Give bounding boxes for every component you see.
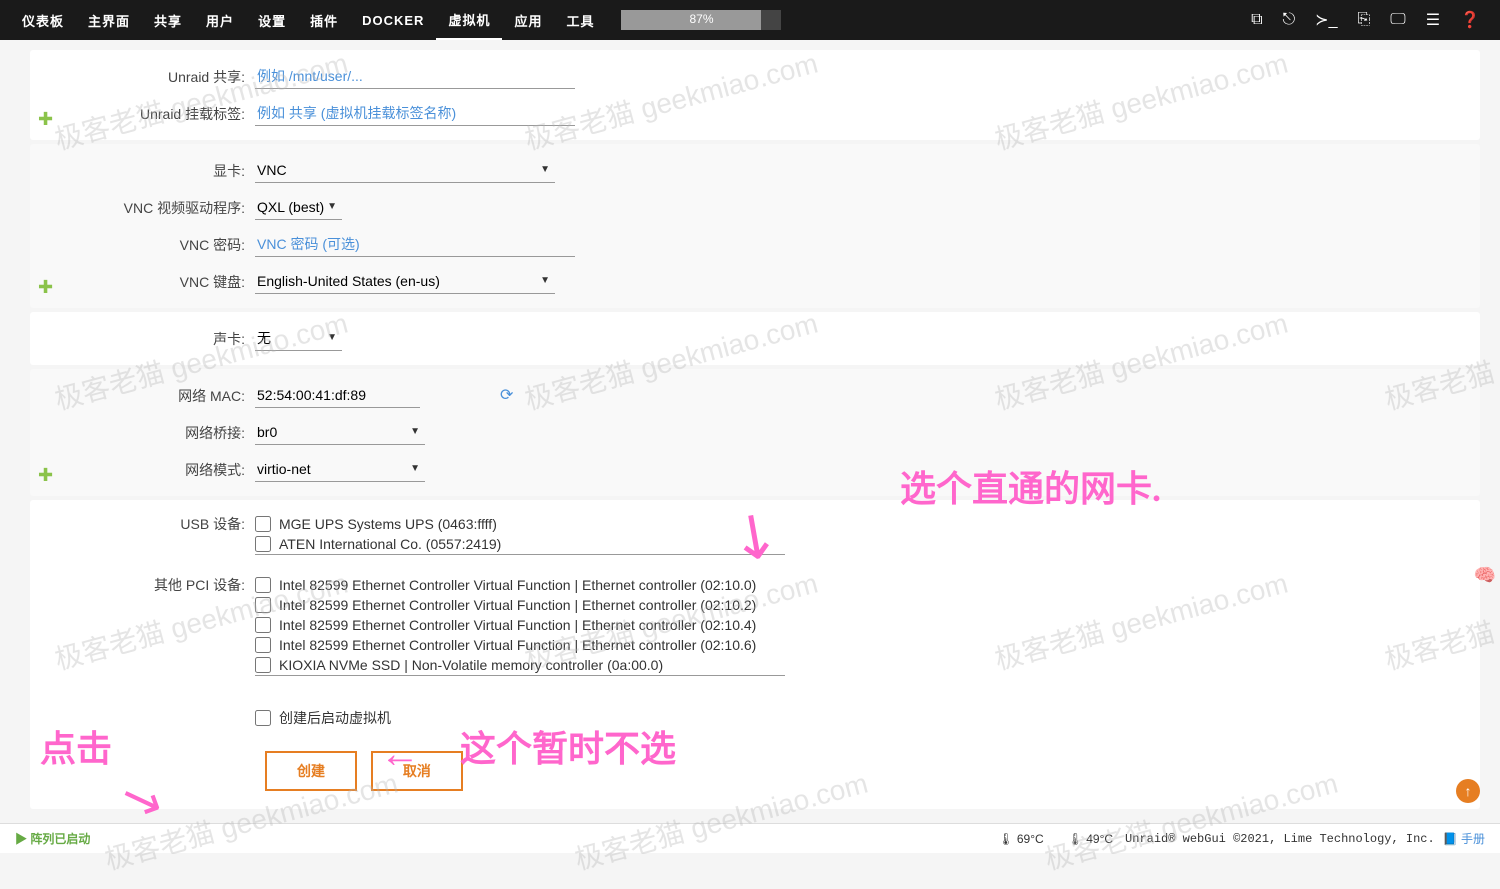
nav-vms[interactable]: 虚拟机: [436, 0, 502, 40]
graphics-section: 显卡: VNC▼ VNC 视频驱动程序: QXL (best)▼ VNC 密码:…: [30, 144, 1480, 308]
sound-label: 声卡:: [30, 329, 255, 349]
mac-input[interactable]: [255, 383, 420, 408]
add-share-icon[interactable]: ✚: [38, 109, 53, 130]
help-icon[interactable]: ❓: [1450, 10, 1490, 30]
pci-item[interactable]: Intel 82599 Ethernet Controller Virtual …: [255, 595, 785, 615]
nav-dashboard[interactable]: 仪表板: [10, 0, 76, 40]
gpu-label: 显卡:: [30, 161, 255, 181]
nav-main[interactable]: 主界面: [76, 0, 142, 40]
gpu-select[interactable]: VNC: [255, 158, 555, 183]
usb-item-label: ATEN International Co. (0557:2419): [279, 536, 501, 552]
start-after-checkbox[interactable]: [255, 710, 271, 726]
usb-item-label: MGE UPS Systems UPS (0463:ffff): [279, 516, 497, 532]
cpu-temp: 🌡 69°C: [998, 832, 1043, 846]
usb-checkbox-0[interactable]: [255, 516, 271, 532]
progress-text: 87%: [621, 12, 781, 26]
scroll-top-button[interactable]: ↑: [1456, 779, 1480, 803]
pci-checkbox-2[interactable]: [255, 617, 271, 633]
bridge-label: 网络桥接:: [30, 423, 255, 443]
pci-label: 其他 PCI 设备:: [30, 575, 255, 595]
vnc-driver-label: VNC 视频驱动程序:: [30, 198, 255, 218]
pci-item[interactable]: KIOXIA NVMe SSD | Non-Volatile memory co…: [255, 655, 785, 675]
devices-section: USB 设备: MGE UPS Systems UPS (0463:ffff) …: [30, 500, 1480, 809]
create-button[interactable]: 创建: [265, 751, 357, 791]
add-nic-icon[interactable]: ✚: [38, 465, 53, 486]
usb-item[interactable]: ATEN International Co. (0557:2419): [255, 534, 785, 554]
logout-icon[interactable]: ⎋: [1273, 11, 1306, 29]
usb-label: USB 设备:: [30, 514, 255, 534]
vnc-driver-select[interactable]: QXL (best): [255, 195, 342, 220]
usb-item[interactable]: MGE UPS Systems UPS (0463:ffff): [255, 514, 785, 534]
vnc-pw-input[interactable]: [255, 232, 575, 257]
pci-item-label: Intel 82599 Ethernet Controller Virtual …: [279, 577, 756, 593]
nav-tools[interactable]: 工具: [554, 0, 606, 40]
top-navigation: 仪表板 主界面 共享 用户 设置 插件 DOCKER 虚拟机 应用 工具 87%…: [0, 0, 1500, 40]
cancel-button[interactable]: 取消: [371, 751, 463, 791]
nav-settings[interactable]: 设置: [246, 0, 298, 40]
vnc-pw-label: VNC 密码:: [30, 235, 255, 255]
bridge-select[interactable]: br0: [255, 420, 425, 445]
pci-item[interactable]: Intel 82599 Ethernet Controller Virtual …: [255, 615, 785, 635]
mb-temp: 🌡 49°C: [1068, 832, 1113, 846]
nav-users[interactable]: 用户: [194, 0, 246, 40]
pci-item-label: Intel 82599 Ethernet Controller Virtual …: [279, 637, 756, 653]
pci-item-label: KIOXIA NVMe SSD | Non-Volatile memory co…: [279, 657, 663, 673]
netmodel-label: 网络模式:: [30, 460, 255, 480]
refresh-mac-icon[interactable]: ⟳: [500, 387, 513, 404]
start-after-row[interactable]: 创建后启动虚拟机: [255, 706, 1480, 730]
nav-shares[interactable]: 共享: [142, 0, 194, 40]
popup-icon[interactable]: ⧉: [1241, 11, 1272, 29]
nav-apps[interactable]: 应用: [502, 0, 554, 40]
sound-select[interactable]: 无: [255, 326, 342, 351]
side-badge-icon[interactable]: 🧠: [1470, 560, 1500, 590]
pci-checkbox-3[interactable]: [255, 637, 271, 653]
display-icon[interactable]: 🖵: [1380, 11, 1415, 29]
vnc-kb-label: VNC 键盘:: [30, 272, 255, 292]
sound-section: 声卡: 无▼: [30, 312, 1480, 365]
pci-item[interactable]: Intel 82599 Ethernet Controller Virtual …: [255, 635, 785, 655]
share-input[interactable]: [255, 64, 575, 89]
usb-checkbox-1[interactable]: [255, 536, 271, 552]
mount-label: Unraid 挂载标签:: [30, 104, 255, 124]
terminal-icon[interactable]: ≻_: [1305, 10, 1347, 30]
share-section: Unraid 共享: Unraid 挂载标签: ✚: [30, 50, 1480, 140]
pci-item[interactable]: Intel 82599 Ethernet Controller Virtual …: [255, 575, 785, 595]
nav-docker[interactable]: DOCKER: [350, 0, 436, 40]
nav-plugins[interactable]: 插件: [298, 0, 350, 40]
pci-checkbox-4[interactable]: [255, 657, 271, 673]
pci-item-label: Intel 82599 Ethernet Controller Virtual …: [279, 617, 756, 633]
copyright: Unraid® webGui ©2021, Lime Technology, I…: [1125, 832, 1435, 846]
add-gpu-icon[interactable]: ✚: [38, 277, 53, 298]
netmodel-select[interactable]: virtio-net: [255, 457, 425, 482]
feedback-icon[interactable]: ⎘: [1347, 11, 1380, 29]
footer: ▶ 阵列已启动 🌡 69°C 🌡 49°C Unraid® webGui ©20…: [0, 823, 1500, 853]
pci-checkbox-0[interactable]: [255, 577, 271, 593]
manual-link[interactable]: 📘 手册: [1443, 830, 1485, 847]
pci-checkbox-1[interactable]: [255, 597, 271, 613]
network-section: 网络 MAC: ⟳ 网络桥接: br0▼ 网络模式: virtio-net▼ ✚: [30, 369, 1480, 496]
array-status: ▶ 阵列已启动: [15, 830, 90, 847]
mac-label: 网络 MAC:: [30, 386, 255, 406]
share-label: Unraid 共享:: [30, 67, 255, 87]
pci-item-label: Intel 82599 Ethernet Controller Virtual …: [279, 597, 756, 613]
progress-bar: 87%: [621, 10, 781, 30]
mount-input[interactable]: [255, 101, 575, 126]
start-after-label: 创建后启动虚拟机: [279, 708, 391, 728]
log-icon[interactable]: ☰: [1416, 10, 1450, 30]
vnc-kb-select[interactable]: English-United States (en-us): [255, 269, 555, 294]
